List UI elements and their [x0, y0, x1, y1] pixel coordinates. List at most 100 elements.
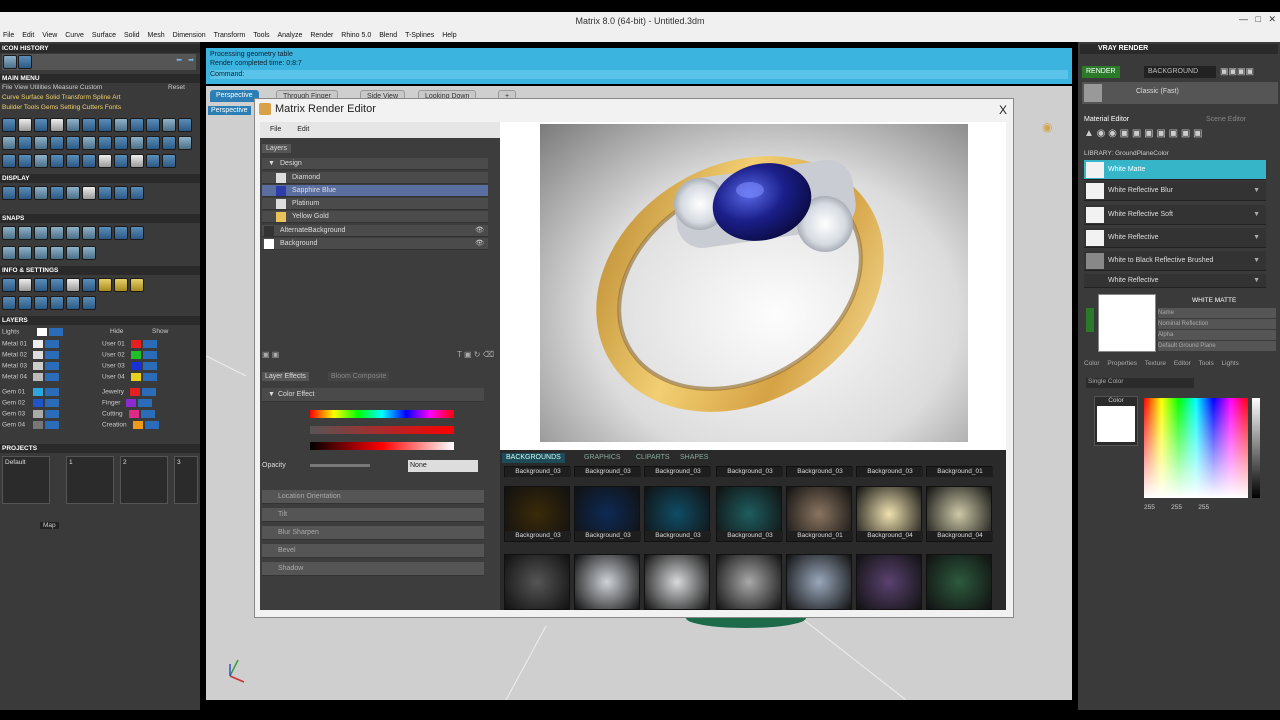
select-icon[interactable] — [82, 296, 96, 310]
chevron-down-icon[interactable]: ▼ — [1253, 228, 1260, 248]
quality-preset[interactable]: Classic (Fast) — [1136, 88, 1179, 95]
rendered-icon[interactable] — [34, 186, 48, 200]
background-thumb[interactable] — [504, 554, 570, 610]
background-thumb[interactable] — [786, 554, 852, 610]
layer-toggle[interactable] — [44, 362, 59, 370]
weight-icon[interactable] — [50, 278, 64, 292]
align-tool-icon[interactable] — [66, 154, 80, 168]
menu-blend[interactable]: Blend — [379, 32, 397, 39]
rgb-b[interactable]: 255 — [1198, 504, 1209, 511]
main-menu-items[interactable]: File View Utilities Measure Custom — [2, 84, 102, 91]
layer-metal02[interactable]: Metal 02 — [2, 351, 59, 359]
layer-swatch[interactable] — [32, 362, 43, 370]
layer-toggle[interactable] — [45, 399, 60, 407]
grid-snap-icon[interactable] — [2, 246, 16, 260]
material-white-reflective-blur[interactable]: White Reflective Blur ▼ — [1084, 181, 1266, 201]
render-options-icons[interactable]: ▣▣▣▣ — [1220, 66, 1254, 77]
ghosted-icon[interactable] — [50, 186, 64, 200]
trim-tool-icon[interactable] — [34, 136, 48, 150]
show-icon[interactable] — [18, 296, 32, 310]
layer-user02[interactable]: User 02 — [102, 351, 157, 359]
layer-item-sapphire[interactable]: Sapphire Blue — [262, 185, 488, 197]
layer-swatch[interactable] — [130, 340, 141, 348]
background-thumb[interactable] — [644, 554, 710, 610]
snap-tan-icon[interactable] — [114, 226, 128, 240]
tool-tabs-row1[interactable]: Curve Surface Solid Transform Spline Art — [2, 94, 121, 101]
maximize-icon[interactable]: □ — [1256, 14, 1261, 24]
layer-user03[interactable]: User 03 — [102, 362, 157, 370]
background-thumb[interactable]: Background_03 — [504, 486, 571, 542]
menu-dimension[interactable]: Dimension — [173, 32, 206, 39]
background-thumb[interactable]: Background_03 — [574, 466, 641, 477]
layer-cutting[interactable]: Cutting — [102, 410, 155, 418]
visibility-eye-icon[interactable]: 👁 — [475, 238, 484, 250]
layer-gem02[interactable]: Gem 02 — [2, 399, 60, 407]
effect-color[interactable]: ▼ Color Effect — [262, 388, 484, 402]
layer-swatch[interactable] — [130, 373, 141, 381]
tab-bloom-composite[interactable]: Bloom Composite — [328, 372, 390, 381]
gumball-icon[interactable] — [82, 246, 96, 260]
menu-file[interactable]: File — [3, 32, 14, 39]
lightness-slider[interactable] — [310, 442, 454, 450]
menu-surface[interactable]: Surface — [92, 32, 116, 39]
revolve-tool-icon[interactable] — [82, 118, 96, 132]
editor-close-button[interactable]: X — [999, 103, 1007, 117]
background-thumb[interactable] — [926, 554, 992, 610]
sweep-tool-icon[interactable] — [98, 118, 112, 132]
box-tool-icon[interactable] — [50, 118, 64, 132]
material-white-reflective-2[interactable]: White Reflective ▼ — [1084, 274, 1266, 288]
editor-menu-file[interactable]: File — [270, 126, 281, 133]
print-icon[interactable] — [130, 278, 144, 292]
background-thumb[interactable] — [574, 554, 640, 610]
layer-swatch[interactable] — [33, 421, 44, 429]
background-thumb[interactable]: Background_03 — [856, 466, 923, 477]
layer-metal04[interactable]: Metal 04 — [2, 373, 59, 381]
brightness-slider[interactable] — [1252, 398, 1260, 498]
layer-toggle[interactable] — [144, 421, 159, 429]
properties-icon[interactable] — [2, 278, 16, 292]
cage-tool-icon[interactable] — [82, 154, 96, 168]
color-swatch-box[interactable]: Color — [1094, 396, 1138, 446]
scale-tool-icon[interactable] — [178, 136, 192, 150]
layer-toggle[interactable] — [44, 340, 59, 348]
render-image[interactable] — [540, 124, 968, 442]
split-tool-icon[interactable] — [50, 136, 64, 150]
layer-toggle[interactable] — [138, 399, 153, 407]
tab-texture[interactable]: Texture — [1145, 360, 1166, 367]
background-thumb[interactable]: Background_03 — [644, 466, 711, 477]
notes-icon[interactable] — [98, 278, 112, 292]
layer-swatch[interactable] — [130, 388, 141, 396]
wireframe-icon[interactable] — [2, 186, 16, 200]
project-slot-2[interactable]: 2 — [120, 456, 168, 504]
cut-tool-icon[interactable] — [114, 154, 128, 168]
bend-tool-icon[interactable] — [146, 136, 160, 150]
isolate-icon[interactable] — [66, 296, 80, 310]
layer-toggle[interactable] — [45, 421, 60, 429]
menu-tools[interactable]: Tools — [253, 32, 269, 39]
layer-finger[interactable]: Finger — [102, 399, 153, 407]
background-thumb[interactable]: Background_03 — [574, 486, 641, 542]
layer-gem01[interactable]: Gem 01 — [2, 388, 60, 396]
effect-bevel[interactable]: Bevel — [262, 544, 484, 558]
background-thumb[interactable]: Background_01 — [926, 466, 993, 477]
snap-point-icon[interactable] — [34, 226, 48, 240]
mirror-tool-icon[interactable] — [130, 118, 144, 132]
snap-near-icon[interactable] — [18, 226, 32, 240]
layer-toggle[interactable] — [142, 362, 157, 370]
layer-swatch[interactable] — [33, 399, 44, 407]
forward-arrow-icon[interactable]: ➡ — [188, 56, 194, 64]
planar-icon[interactable] — [34, 246, 48, 260]
tab-graphics[interactable]: GRAPHICS — [580, 453, 625, 463]
material-white-reflective[interactable]: White Reflective ▼ — [1084, 228, 1266, 248]
layer-swatch[interactable] — [130, 351, 141, 359]
project-slot-3[interactable]: 3 — [174, 456, 198, 504]
tab-color[interactable]: Color — [1084, 360, 1100, 367]
tab-shapes[interactable]: SHAPES — [676, 453, 712, 463]
prop-name[interactable]: Name — [1158, 308, 1276, 318]
background-thumb[interactable] — [716, 554, 782, 610]
menu-mesh[interactable]: Mesh — [148, 32, 165, 39]
layer-swatch[interactable] — [130, 362, 141, 370]
layer-swatch[interactable] — [32, 340, 43, 348]
background-thumb[interactable]: Background_03 — [716, 486, 783, 542]
prop-alpha[interactable]: Alpha — [1158, 330, 1276, 340]
